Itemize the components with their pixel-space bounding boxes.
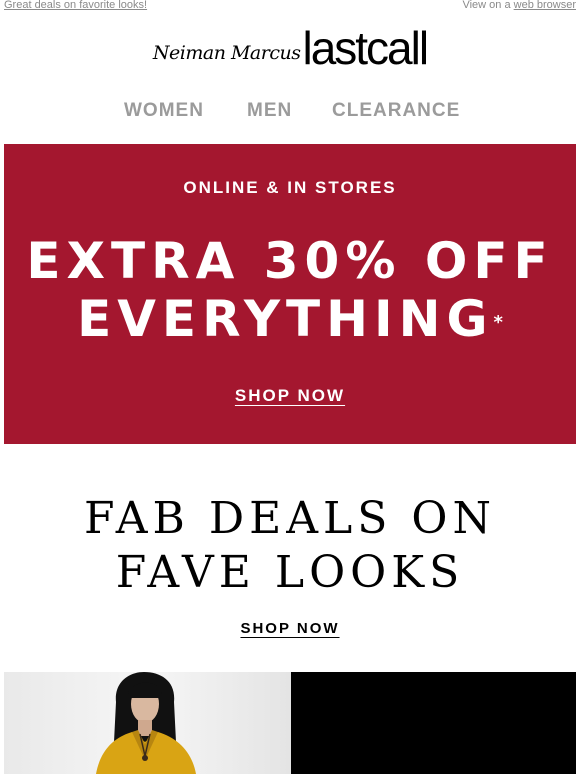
brand-logo[interactable]: Neiman Marcuslastcall [0, 24, 580, 80]
banner-headline: EXTRA 30% OFF EVERYTHING* [4, 232, 576, 348]
sale-banner[interactable]: ONLINE & IN STORES EXTRA 30% OFF EVERYTH… [4, 144, 576, 444]
promo-line-2: FAVE LOOKS [115, 547, 465, 598]
headline-line-2: EVERYTHING* [4, 290, 576, 348]
logo-script: Neiman Marcus [152, 42, 301, 64]
view-in-browser: View on a web browser [462, 0, 576, 11]
dark-product-panel[interactable] [291, 672, 576, 774]
headline-line-2-text: EVERYTHING [77, 290, 494, 348]
banner-shop-now-button[interactable]: SHOP NOW [235, 386, 345, 405]
top-nav: WOMEN MEN CLEARANCE [0, 100, 580, 126]
banner-eyebrow: ONLINE & IN STORES [183, 178, 397, 197]
promo-shop-now: SHOP NOW [0, 620, 580, 637]
web-browser-link[interactable]: web browser [514, 0, 576, 11]
promo-heading: FAB DEALS ON FAVE LOOKS [0, 492, 580, 600]
model-photo[interactable] [4, 672, 291, 774]
logo-word: lastcall [302, 22, 429, 74]
model-illustration [96, 672, 196, 774]
promo-line-1: FAB DEALS ON [84, 493, 496, 544]
promo-shop-now-button[interactable]: SHOP NOW [240, 620, 339, 637]
banner-shop-now: SHOP NOW [4, 386, 576, 406]
asterisk: * [493, 312, 503, 333]
headline-line-1: EXTRA 30% OFF [26, 232, 554, 290]
nav-item-women[interactable]: WOMEN [124, 100, 204, 122]
preheader-link[interactable]: Great deals on favorite looks! [4, 0, 147, 11]
preheader: Great deals on favorite looks! View on a… [0, 0, 580, 12]
view-in-browser-prefix: View on a [462, 0, 514, 11]
nav-item-clearance[interactable]: CLEARANCE [332, 100, 460, 122]
nav-item-men[interactable]: MEN [247, 100, 292, 122]
